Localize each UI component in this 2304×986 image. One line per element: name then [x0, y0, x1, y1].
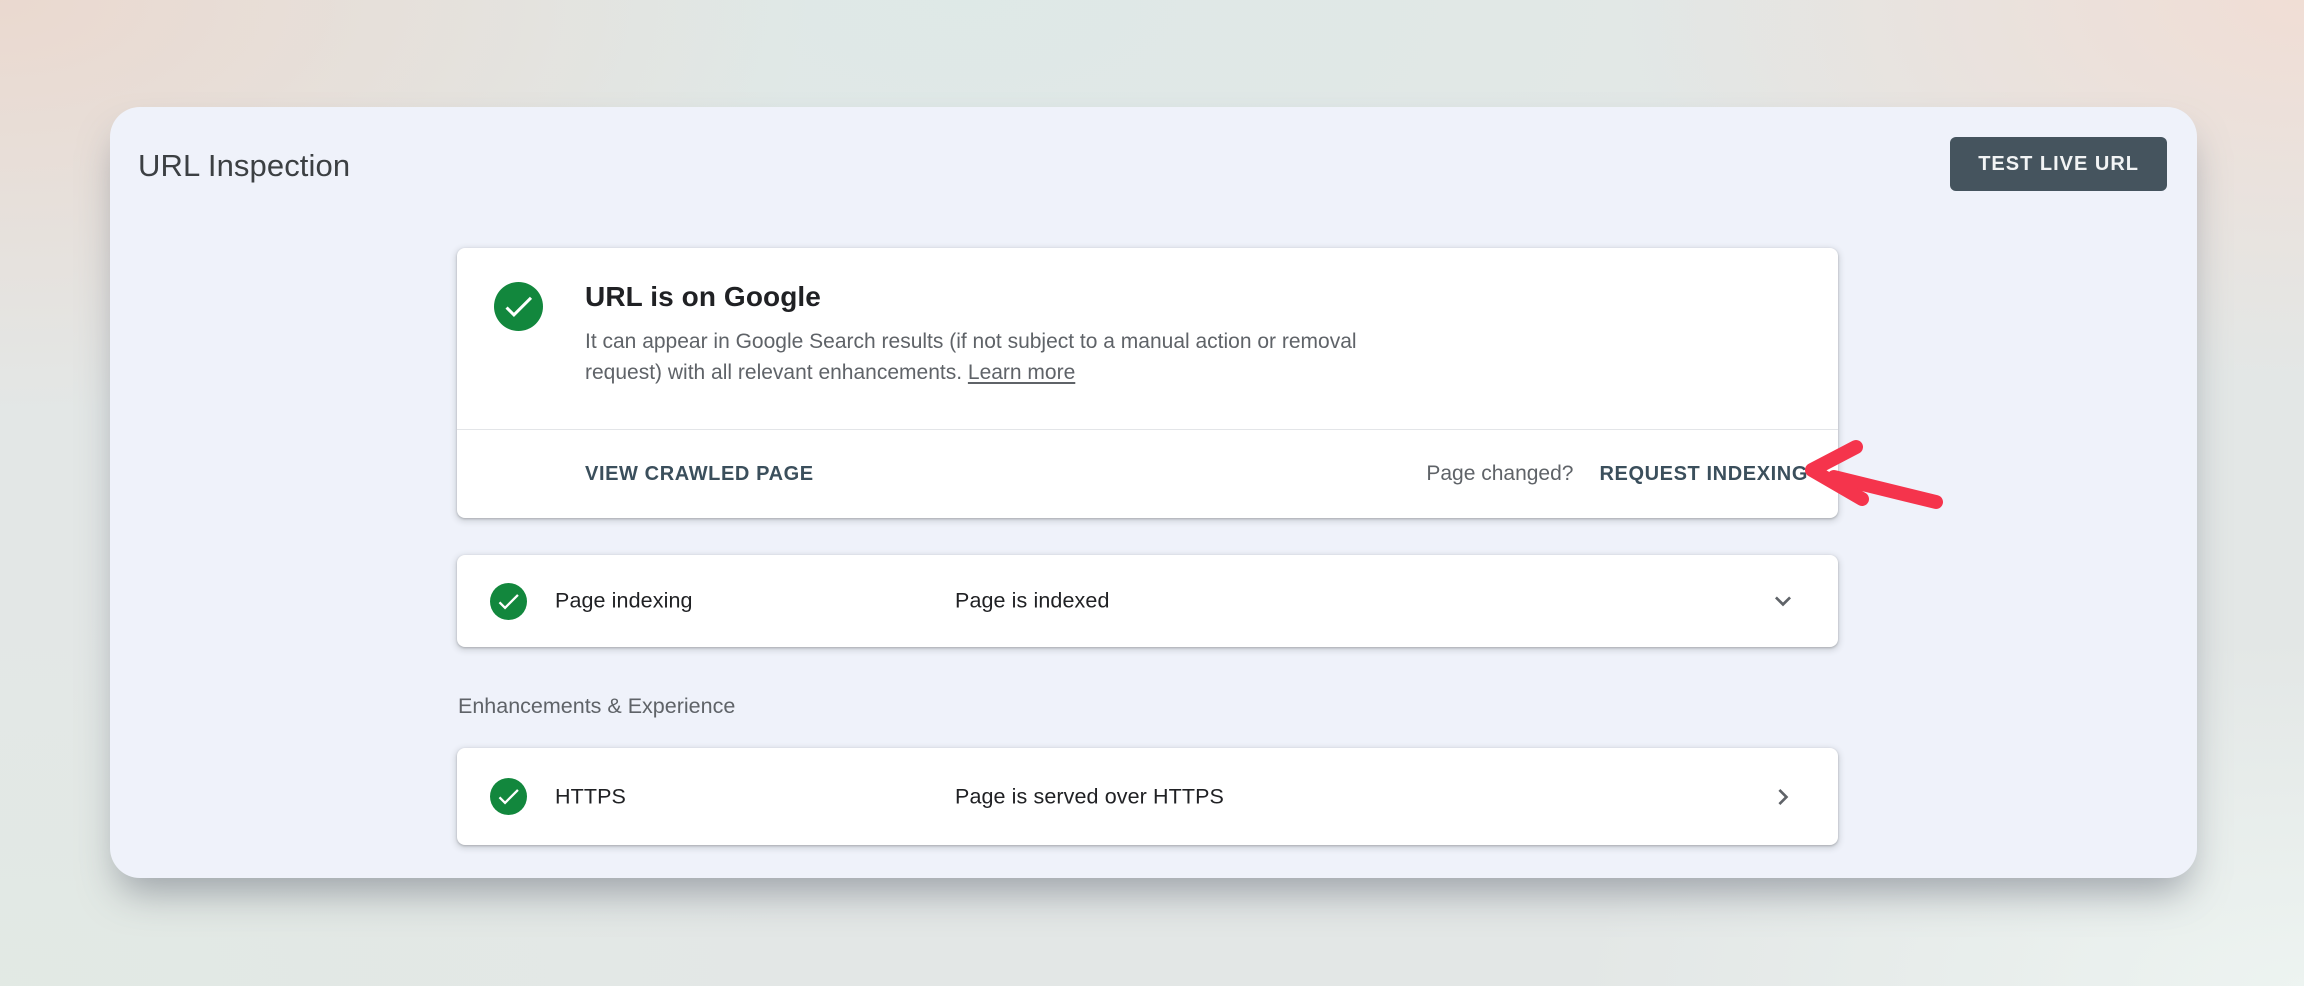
check-circle-icon [490, 778, 527, 815]
description-line-1: It can appear in Google Search results (… [585, 330, 1357, 353]
status-heading: URL is on Google [585, 278, 821, 316]
page-changed-label: Page changed? [1426, 462, 1573, 486]
request-indexing-link[interactable]: REQUEST INDEXING [1599, 463, 1808, 486]
enhancements-section-label: Enhancements & Experience [458, 691, 735, 721]
test-live-url-button[interactable]: TEST LIVE URL [1950, 137, 2167, 191]
chevron-right-icon[interactable] [1767, 781, 1799, 813]
status-description: It can appear in Google Search results (… [585, 326, 1357, 388]
check-circle-icon [490, 583, 527, 620]
page-background: URL Inspection TEST LIVE URL URL is on G… [0, 0, 2304, 986]
url-status-card: URL is on Google It can appear in Google… [457, 248, 1838, 518]
check-circle-icon [494, 282, 543, 331]
description-line-2: request) with all relevant enhancements. [585, 361, 962, 384]
https-row[interactable]: HTTPS Page is served over HTTPS [457, 748, 1838, 845]
learn-more-link[interactable]: Learn more [968, 361, 1075, 384]
view-crawled-page-link[interactable]: VIEW CRAWLED PAGE [585, 463, 814, 486]
page-indexing-status: Page is indexed [955, 589, 1110, 614]
chevron-down-icon[interactable] [1767, 585, 1799, 617]
url-inspection-panel: URL Inspection TEST LIVE URL URL is on G… [110, 107, 2197, 878]
https-status: Page is served over HTTPS [955, 784, 1224, 809]
right-actions-group: Page changed? REQUEST INDEXING [1426, 462, 1808, 486]
page-indexing-row[interactable]: Page indexing Page is indexed [457, 555, 1838, 647]
card-actions-bar: VIEW CRAWLED PAGE Page changed? REQUEST … [457, 430, 1838, 518]
page-title: URL Inspection [138, 147, 350, 185]
https-label: HTTPS [555, 784, 626, 809]
page-indexing-label: Page indexing [555, 589, 693, 614]
